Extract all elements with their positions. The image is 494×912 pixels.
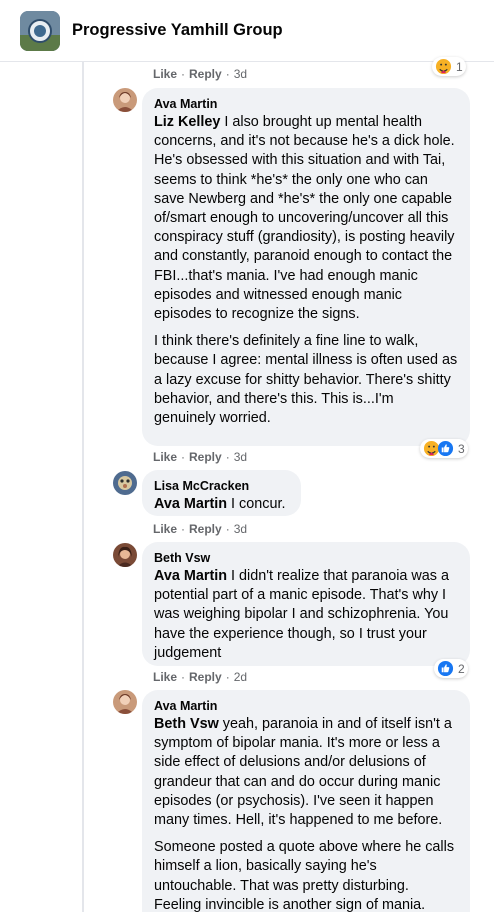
mention-link[interactable]: Ava Martin (154, 496, 227, 512)
comment-text: Ava Martin I didn't realize that paranoi… (154, 568, 449, 661)
reply-link[interactable]: Reply (189, 450, 222, 464)
user-avatar-icon (113, 543, 137, 567)
comment-author[interactable]: Lisa McCracken (154, 478, 289, 494)
like-reaction-icon (437, 440, 454, 457)
user-avatar-icon (113, 88, 137, 112)
avatar[interactable] (113, 88, 137, 112)
avatar[interactable] (113, 471, 137, 495)
comment-text: Beth Vsw yeah, paranoia in and of itself… (154, 716, 452, 829)
avatar[interactable] (113, 690, 137, 714)
comment-time[interactable]: 3d (234, 450, 247, 464)
thread-line (82, 62, 84, 912)
comment-bubble: Ava Martin Beth Vsw yeah, paranoia in an… (142, 690, 470, 912)
reaction-summary[interactable]: 1 (432, 57, 466, 76)
reaction-count: 2 (458, 661, 465, 676)
comment-text: Ava Martin I concur. (154, 496, 286, 512)
avatar[interactable] (113, 543, 137, 567)
reply-link[interactable]: Reply (189, 522, 222, 536)
comment-bubble: Ava Martin Liz Kelley I also brought up … (142, 88, 470, 446)
comment-actions: Like · Reply · 3d (153, 522, 248, 536)
like-link[interactable]: Like (153, 670, 177, 684)
comment-text: Someone posted a quote above where he ca… (154, 839, 455, 912)
reply-link[interactable]: Reply (189, 67, 222, 81)
like-link[interactable]: Like (153, 522, 177, 536)
comment-text: I think there's definitely a fine line t… (154, 333, 458, 427)
comment-actions: Like · Reply · 3d (153, 67, 248, 81)
group-avatar[interactable] (20, 10, 60, 51)
comment-author[interactable]: Ava Martin (154, 96, 458, 112)
like-link[interactable]: Like (153, 450, 177, 464)
comment-author[interactable]: Beth Vsw (154, 550, 458, 566)
comment-actions: Like · Reply · 2d (153, 670, 248, 684)
user-avatar-icon (113, 471, 137, 495)
reaction-count: 1 (456, 59, 463, 74)
user-avatar-icon (113, 690, 137, 714)
comment-time[interactable]: 3d (234, 522, 247, 536)
comment-author[interactable]: Ava Martin (154, 698, 458, 714)
group-header: Progressive Yamhill Group (0, 0, 494, 62)
comment-bubble: Beth Vsw Ava Martin I didn't realize tha… (142, 542, 470, 666)
like-reaction-icon (437, 660, 454, 677)
comment-actions: Like · Reply · 3d (153, 450, 248, 464)
reaction-summary[interactable]: 3 (420, 439, 468, 458)
reaction-summary[interactable]: 2 (434, 659, 468, 678)
comment-time[interactable]: 3d (234, 67, 247, 81)
group-logo-icon (20, 10, 60, 51)
mention-link[interactable]: Beth Vsw (154, 716, 219, 732)
comment-text: Liz Kelley I also brought up mental heal… (154, 114, 455, 323)
like-link[interactable]: Like (153, 67, 177, 81)
care-reaction-icon (435, 58, 452, 75)
reply-link[interactable]: Reply (189, 670, 222, 684)
comment-bubble: Lisa McCracken Ava Martin I concur. (142, 470, 301, 516)
comment-time[interactable]: 2d (234, 670, 247, 684)
reaction-count: 3 (458, 441, 465, 456)
mention-link[interactable]: Ava Martin (154, 568, 227, 584)
mention-link[interactable]: Liz Kelley (154, 114, 220, 130)
group-name[interactable]: Progressive Yamhill Group (72, 21, 283, 40)
